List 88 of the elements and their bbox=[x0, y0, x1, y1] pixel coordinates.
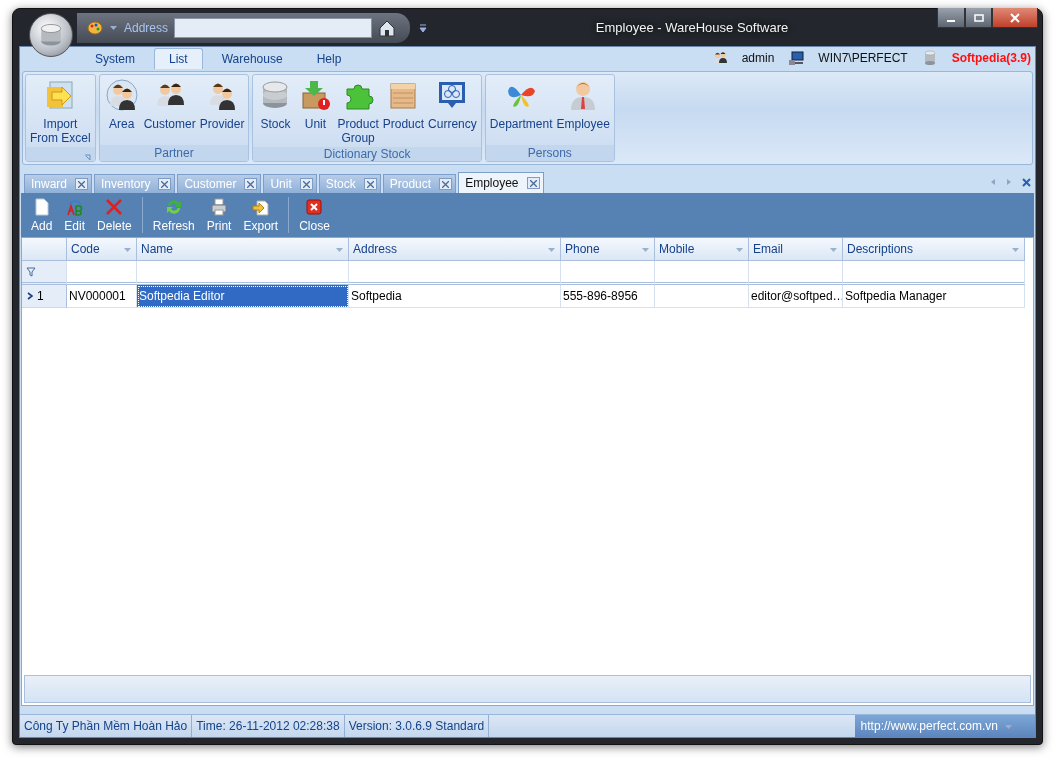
address-label: Address bbox=[124, 20, 169, 35]
toolbar-button[interactable]: Close bbox=[293, 197, 336, 233]
refresh-icon bbox=[164, 197, 183, 216]
box-icon bbox=[299, 79, 332, 111]
ribbon-tab[interactable]: Warehouse bbox=[206, 48, 298, 69]
window-title: Employee - WareHouse Software bbox=[595, 20, 790, 35]
ribbon-tab[interactable]: Help bbox=[301, 48, 357, 69]
close-icon bbox=[302, 180, 310, 188]
column-header[interactable]: Descriptions bbox=[843, 238, 1025, 261]
ribbon-button[interactable]: Product Group bbox=[335, 77, 381, 147]
status-text: Công Ty Phần Mềm Hoàn Hảo bbox=[20, 715, 193, 737]
address-field[interactable] bbox=[174, 17, 373, 38]
tab-close-button[interactable] bbox=[363, 178, 377, 190]
text-edit-icon bbox=[65, 197, 84, 216]
close-icon bbox=[247, 180, 255, 188]
close-icon bbox=[1010, 12, 1020, 23]
table-cell: Softpedia Manager bbox=[843, 285, 1025, 308]
column-header[interactable]: Email bbox=[749, 238, 843, 261]
ribbon-button[interactable]: Currency bbox=[426, 77, 479, 147]
table-cell: Softpedia Editor bbox=[137, 285, 349, 308]
ribbon-button[interactable]: Customer bbox=[141, 77, 198, 145]
export-icon bbox=[251, 197, 270, 216]
ribbon-tab[interactable]: System bbox=[80, 48, 150, 69]
document-tab[interactable]: Employee bbox=[458, 172, 544, 193]
close-icon bbox=[442, 180, 450, 188]
column-header[interactable]: Phone bbox=[561, 238, 655, 261]
app-menu-button[interactable] bbox=[29, 13, 73, 57]
table-cell: NV000001 bbox=[67, 285, 137, 308]
delete-icon bbox=[105, 197, 124, 216]
filter-icon bbox=[26, 266, 36, 277]
ribbon-button[interactable]: Product bbox=[380, 77, 427, 147]
maximize-button[interactable] bbox=[965, 8, 992, 28]
close-icon bbox=[305, 197, 324, 216]
close-icon bbox=[161, 180, 169, 188]
computer-icon bbox=[788, 50, 805, 66]
ribbon-button[interactable]: Area bbox=[101, 77, 142, 145]
dropdown-icon bbox=[109, 23, 118, 32]
tab-close-button[interactable] bbox=[526, 177, 540, 189]
column-header[interactable]: Code bbox=[67, 238, 137, 261]
ribbon-button[interactable]: Unit bbox=[295, 77, 336, 147]
home-icon bbox=[378, 18, 397, 37]
document-icon bbox=[32, 197, 51, 216]
ribbon-button[interactable]: Provider bbox=[197, 77, 247, 145]
row-number: 1 bbox=[37, 289, 44, 303]
table-cell: editor@softped… bbox=[749, 285, 843, 308]
database-name: Softpedia(3.9) bbox=[951, 51, 1031, 65]
close-button[interactable] bbox=[992, 8, 1038, 28]
ribbon-tab[interactable]: List bbox=[154, 48, 203, 69]
computer-name: WIN7\PERFECT bbox=[818, 51, 908, 65]
column-header[interactable]: Name bbox=[137, 238, 349, 261]
toolbar-button[interactable]: Delete bbox=[91, 197, 138, 233]
toolbar-button[interactable]: Refresh bbox=[146, 197, 201, 233]
people-icon bbox=[711, 50, 728, 66]
ribbon-button[interactable]: Employee bbox=[554, 77, 612, 145]
maximize-icon bbox=[973, 12, 984, 23]
header-corner bbox=[22, 238, 67, 261]
tab-close-button[interactable] bbox=[299, 178, 313, 190]
database-icon bbox=[38, 22, 64, 48]
status-text: Version: 3.0.6.9 Standard bbox=[344, 715, 490, 737]
toolbar-button[interactable]: Add bbox=[25, 197, 59, 233]
close-icon[interactable] bbox=[1022, 177, 1031, 187]
ribbon-button[interactable]: Import From Excel bbox=[28, 77, 93, 147]
table-cell: 555-896-8956 bbox=[561, 285, 655, 308]
tab-close-button[interactable] bbox=[158, 178, 172, 190]
printer-icon bbox=[210, 197, 229, 216]
ribbon-button[interactable]: Department bbox=[487, 77, 555, 145]
palette-icon bbox=[87, 19, 103, 36]
toolbar-button[interactable]: Edit bbox=[58, 197, 92, 233]
close-icon bbox=[366, 180, 374, 188]
group-title: Dictionary Stock bbox=[323, 147, 411, 161]
minimize-button[interactable] bbox=[937, 8, 965, 28]
column-header[interactable]: Address bbox=[349, 238, 561, 261]
status-text: Time: 26-11-2012 02:28:38 bbox=[192, 715, 345, 737]
column-header[interactable]: Mobile bbox=[655, 238, 749, 261]
close-icon bbox=[529, 179, 537, 187]
people-icon bbox=[105, 79, 138, 111]
table-cell: Softpedia bbox=[349, 285, 561, 308]
toolbar-button[interactable]: Export bbox=[237, 197, 285, 233]
ribbon-button[interactable]: Stock bbox=[255, 77, 296, 147]
tab-close-button[interactable] bbox=[439, 178, 453, 190]
user-name: admin bbox=[741, 51, 775, 65]
tab-close-button[interactable] bbox=[75, 178, 89, 190]
group-title: Persons bbox=[527, 146, 572, 160]
minimize-icon bbox=[947, 19, 955, 22]
toolbar-button[interactable]: Print bbox=[200, 197, 238, 233]
close-icon bbox=[78, 180, 86, 188]
tab-close-button[interactable] bbox=[244, 178, 258, 190]
group-title: Partner bbox=[154, 146, 194, 160]
